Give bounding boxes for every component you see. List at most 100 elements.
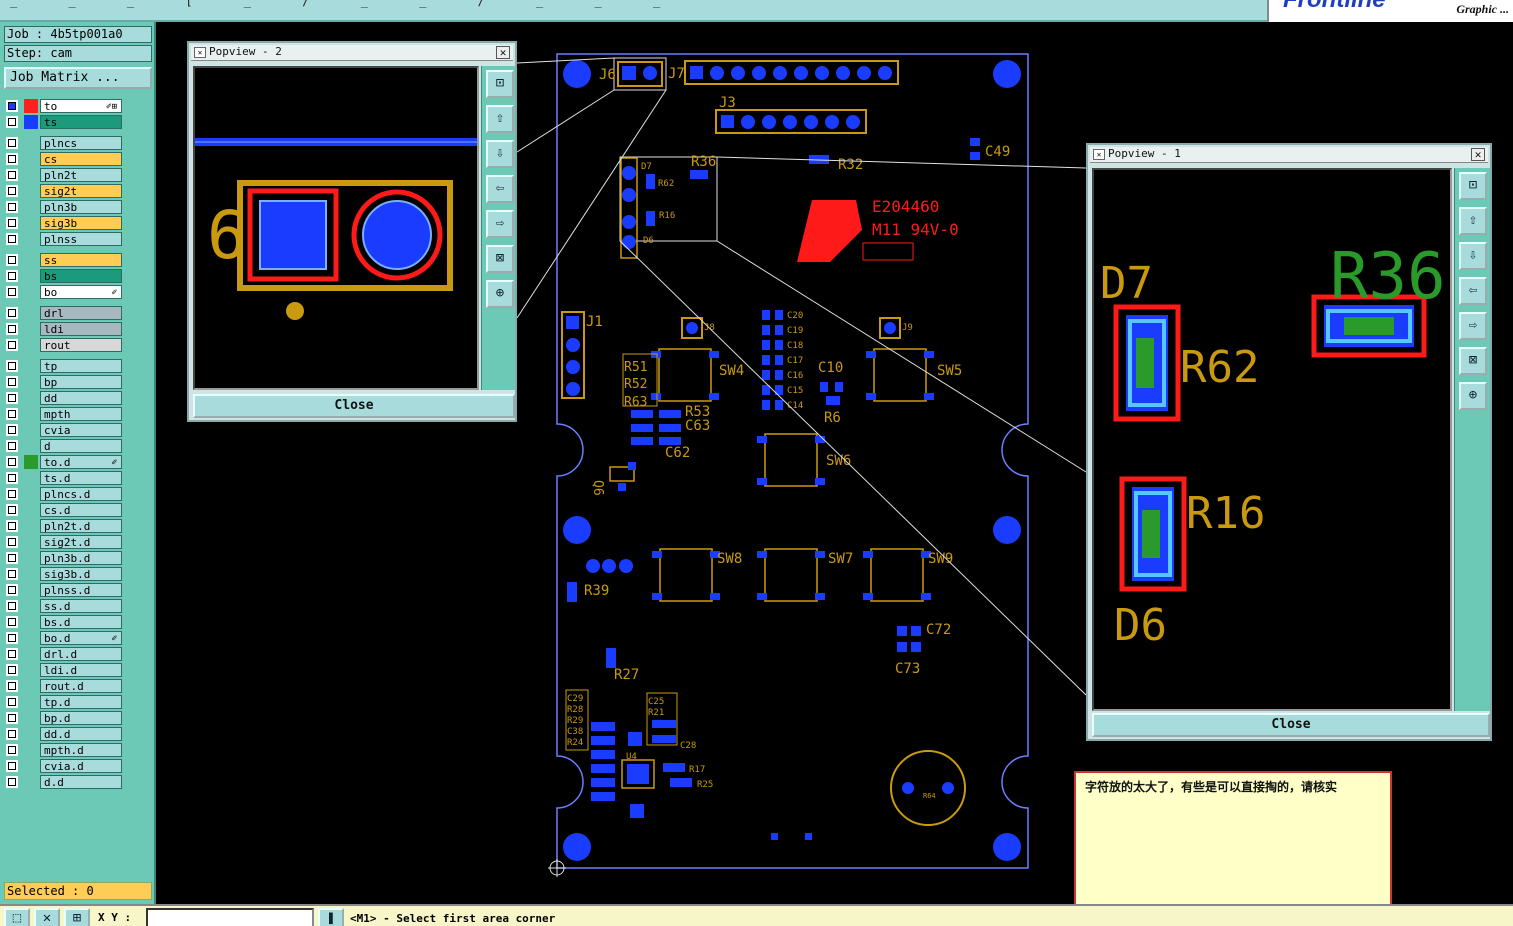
zoom-in-icon[interactable]: ⊠ xyxy=(486,245,514,273)
move-right-icon[interactable]: ⇨ xyxy=(486,210,514,238)
layer-name[interactable]: ss.d xyxy=(40,599,122,613)
layer-checkbox[interactable] xyxy=(6,488,18,500)
layer-name[interactable]: pln3b xyxy=(40,200,122,214)
layer-row-rout-d[interactable]: rout.d xyxy=(4,678,126,694)
layer-name[interactable]: ts xyxy=(40,115,122,129)
layer-name[interactable]: rout xyxy=(40,338,122,352)
layer-checkbox[interactable] xyxy=(6,760,18,772)
layer-checkbox[interactable] xyxy=(6,712,18,724)
popview-2-view[interactable]: 6 xyxy=(193,66,479,390)
layer-name[interactable]: tp.d xyxy=(40,695,122,709)
layer-row-ldi[interactable]: ldi xyxy=(4,321,126,337)
zoom-in-icon[interactable]: ⊠ xyxy=(1459,347,1487,375)
layer-checkbox[interactable] xyxy=(6,472,18,484)
layer-row-bs[interactable]: bs xyxy=(4,268,126,284)
layer-checkbox[interactable] xyxy=(6,584,18,596)
layer-color-swatch[interactable] xyxy=(24,99,38,113)
layer-name[interactable]: drl.d xyxy=(40,647,122,661)
layer-name[interactable]: d xyxy=(40,439,122,453)
layer-row-to-d[interactable]: to.d ✐ xyxy=(4,454,126,470)
layer-row-sig2t-d[interactable]: sig2t.d xyxy=(4,534,126,550)
grid-icon[interactable]: ⊞ xyxy=(64,908,90,926)
popview-1-titlebar[interactable]: ✕ Popview - 1 ✕ xyxy=(1090,147,1488,163)
layer-name[interactable]: drl xyxy=(40,306,122,320)
layer-checkbox[interactable] xyxy=(6,169,18,181)
layer-row-pln2t[interactable]: pln2t xyxy=(4,167,126,183)
layer-name[interactable]: plncs.d xyxy=(40,487,122,501)
layer-row-ss-d[interactable]: ss.d xyxy=(4,598,126,614)
layer-checkbox[interactable] xyxy=(6,776,18,788)
popview-1-view[interactable]: D7 R62 R36 R16 D6 xyxy=(1092,168,1452,711)
layer-name[interactable]: to.d ✐ xyxy=(40,455,122,469)
layer-row-dd[interactable]: dd xyxy=(4,390,126,406)
layer-checkbox[interactable] xyxy=(6,376,18,388)
layer-checkbox[interactable] xyxy=(6,424,18,436)
layer-row-plnss[interactable]: plnss xyxy=(4,231,126,247)
zoom-out-icon[interactable]: ⊕ xyxy=(1459,382,1487,410)
popview-2-close-button[interactable]: Close xyxy=(193,394,515,418)
close-icon[interactable]: ✕ xyxy=(496,46,510,59)
layer-name[interactable]: ldi xyxy=(40,322,122,336)
layer-row-plncs[interactable]: plncs xyxy=(4,135,126,151)
layer-name[interactable]: dd xyxy=(40,391,122,405)
layer-color-swatch[interactable] xyxy=(24,115,38,129)
layer-checkbox[interactable] xyxy=(6,137,18,149)
move-right-icon[interactable]: ⇨ xyxy=(1459,312,1487,340)
layer-name[interactable]: bp xyxy=(40,375,122,389)
layer-name[interactable]: bs xyxy=(40,269,122,283)
layer-row-pln2t-d[interactable]: pln2t.d xyxy=(4,518,126,534)
layer-row-ts[interactable]: ts xyxy=(4,114,126,130)
layer-checkbox[interactable] xyxy=(6,153,18,165)
layer-checkbox[interactable] xyxy=(6,504,18,516)
layer-checkbox[interactable] xyxy=(6,339,18,351)
move-down-icon[interactable]: ⇩ xyxy=(486,140,514,168)
popview-2-titlebar[interactable]: ✕ Popview - 2 ✕ xyxy=(191,45,513,61)
layer-checkbox[interactable] xyxy=(6,520,18,532)
layer-checkbox[interactable] xyxy=(6,100,18,112)
layer-name[interactable]: bo.d ✐ xyxy=(40,631,122,645)
layer-checkbox[interactable] xyxy=(6,217,18,229)
zoom-fit-icon[interactable]: ⊡ xyxy=(486,70,514,98)
layer-name[interactable]: mpth xyxy=(40,407,122,421)
popview-2-window[interactable]: ✕ Popview - 2 ✕ 6 ⊡ ⇧ ⇩ ⇦ ⇨ ⊠ ⊕ Close xyxy=(187,41,517,422)
layer-row-cvia-d[interactable]: cvia.d xyxy=(4,758,126,774)
zoom-area-icon[interactable]: ⬚ xyxy=(4,908,30,926)
layer-row-drl-d[interactable]: drl.d xyxy=(4,646,126,662)
layer-name[interactable]: cvia.d xyxy=(40,759,122,773)
layer-row-to[interactable]: to ✐⊞ xyxy=(4,98,126,114)
cross-cursor-icon[interactable]: ✕ xyxy=(34,908,60,926)
layer-checkbox[interactable] xyxy=(6,552,18,564)
popview-1-window[interactable]: ✕ Popview - 1 ✕ D7 R62 R36 R16 D6 ⊡ ⇧ ⇩ ⇦ ⇨ ⊠ ⊕ Cl… xyxy=(1086,143,1492,741)
layer-checkbox[interactable] xyxy=(6,116,18,128)
layer-name[interactable]: sig3b xyxy=(40,216,122,230)
layer-row-ts-d[interactable]: ts.d xyxy=(4,470,126,486)
layer-checkbox[interactable] xyxy=(6,185,18,197)
move-left-icon[interactable]: ⇦ xyxy=(486,175,514,203)
layer-row-bp[interactable]: bp xyxy=(4,374,126,390)
layer-name[interactable]: to ✐⊞ xyxy=(40,99,122,113)
layer-row-bp-d[interactable]: bp.d xyxy=(4,710,126,726)
layer-color-swatch[interactable] xyxy=(24,455,38,469)
layer-row-plncs-d[interactable]: plncs.d xyxy=(4,486,126,502)
layer-name[interactable]: ts.d xyxy=(40,471,122,485)
layer-name[interactable]: sig3b.d xyxy=(40,567,122,581)
layer-row-tp[interactable]: tp xyxy=(4,358,126,374)
layer-name[interactable]: sig2t xyxy=(40,184,122,198)
layer-name[interactable]: dd.d xyxy=(40,727,122,741)
layer-row-pln3b[interactable]: pln3b xyxy=(4,199,126,215)
layer-row-bo[interactable]: bo ✐ xyxy=(4,284,126,300)
layer-name[interactable]: pln2t xyxy=(40,168,122,182)
layer-row-ldi-d[interactable]: ldi.d xyxy=(4,662,126,678)
layer-row-ss[interactable]: ss xyxy=(4,252,126,268)
layer-checkbox[interactable] xyxy=(6,286,18,298)
pause-icon[interactable]: ❚ xyxy=(318,908,344,926)
menu-strip[interactable]: _ _ _ [ _ / _ _ / _ _ _ xyxy=(10,0,682,8)
zoom-fit-icon[interactable]: ⊡ xyxy=(1459,172,1487,200)
layer-checkbox[interactable] xyxy=(6,696,18,708)
layer-checkbox[interactable] xyxy=(6,408,18,420)
layer-row-bs-d[interactable]: bs.d xyxy=(4,614,126,630)
layer-name[interactable]: d.d xyxy=(40,775,122,789)
popview-1-close-button[interactable]: Close xyxy=(1092,713,1490,737)
layer-checkbox[interactable] xyxy=(6,440,18,452)
layer-row-rout[interactable]: rout xyxy=(4,337,126,353)
